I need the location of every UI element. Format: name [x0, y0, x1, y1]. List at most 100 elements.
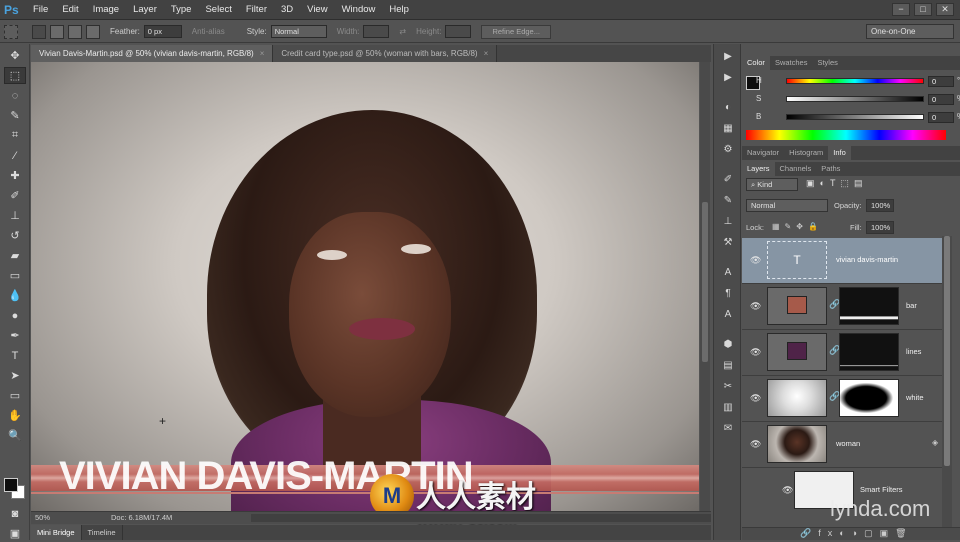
- layer-row[interactable]: 👁 woman ◈: [742, 422, 942, 468]
- workspace-select[interactable]: One-on-One: [866, 24, 954, 39]
- new-selection-icon[interactable]: [32, 24, 46, 39]
- layer-row[interactable]: 👁 🔗 white: [742, 376, 942, 422]
- quick-selection-tool-icon[interactable]: ✎: [4, 107, 26, 124]
- marquee-tool-preset-icon[interactable]: [4, 24, 18, 39]
- hue-slider[interactable]: [786, 78, 924, 84]
- tab-color[interactable]: Color: [742, 56, 770, 70]
- tools-panel-icon[interactable]: ✂: [719, 379, 737, 395]
- paragraph-panel-icon[interactable]: ¶: [719, 286, 737, 302]
- brightness-value-input[interactable]: 0: [928, 112, 954, 123]
- layer-row[interactable]: 👁 T vivian davis-martin: [742, 238, 942, 284]
- clone-stamp-tool-icon[interactable]: ⊥: [4, 207, 26, 224]
- layer-actions-icons[interactable]: 🔗fx◐◑▢▣🗑: [800, 528, 914, 539]
- healing-brush-tool-icon[interactable]: ✚: [4, 167, 26, 184]
- layer-mask-thumbnail[interactable]: [839, 287, 899, 325]
- eraser-tool-icon[interactable]: ▰: [4, 247, 26, 264]
- scroll-thumb[interactable]: [944, 236, 950, 466]
- path-selection-tool-icon[interactable]: ➤: [4, 367, 26, 384]
- zoom-tool-icon[interactable]: 🔍: [4, 427, 26, 444]
- menu-select[interactable]: Select: [198, 0, 238, 20]
- layer-name[interactable]: vivian davis-martin: [836, 255, 898, 264]
- layer-mask-thumbnail[interactable]: [839, 379, 899, 417]
- feather-input[interactable]: 0 px: [143, 25, 182, 38]
- color-swatches[interactable]: [4, 478, 26, 500]
- tab-channels[interactable]: Channels: [775, 162, 817, 176]
- visibility-eye-icon[interactable]: 👁: [750, 393, 761, 404]
- layer-filter-icons[interactable]: ▣◐T⬚▤: [806, 178, 867, 189]
- visibility-eye-icon[interactable]: 👁: [750, 301, 761, 312]
- color-spectrum-bar[interactable]: [746, 130, 946, 140]
- layer-name[interactable]: Smart Filters: [860, 485, 903, 494]
- layer-mask-thumbnail[interactable]: [839, 333, 899, 371]
- menu-window[interactable]: Window: [335, 0, 383, 20]
- close-button[interactable]: ✕: [936, 3, 954, 16]
- gradient-tool-icon[interactable]: ▭: [4, 267, 26, 284]
- crop-tool-icon[interactable]: ⌗: [4, 127, 26, 144]
- width-input[interactable]: [363, 25, 390, 38]
- menu-3d[interactable]: 3D: [274, 0, 300, 20]
- maximize-button[interactable]: □: [914, 3, 932, 16]
- brush-panel-icon[interactable]: ✐: [719, 172, 737, 188]
- tab-layers[interactable]: Layers: [742, 162, 775, 176]
- tab-navigator[interactable]: Navigator: [742, 146, 784, 160]
- tab-vivian-davis-martin[interactable]: Vivian Davis-Martin.psd @ 50% (vivian da…: [31, 45, 274, 62]
- layers-scrollbar[interactable]: [942, 236, 952, 536]
- visibility-eye-icon[interactable]: 👁: [782, 485, 793, 496]
- tab-timeline[interactable]: Timeline: [82, 525, 123, 540]
- close-tab-icon[interactable]: ×: [484, 49, 489, 58]
- opacity-input[interactable]: 100%: [866, 199, 894, 212]
- 3d-panel-icon[interactable]: ⬢: [719, 337, 737, 353]
- tab-paths[interactable]: Paths: [816, 162, 845, 176]
- brightness-slider[interactable]: [786, 114, 924, 120]
- layer-name[interactable]: bar: [906, 301, 917, 310]
- properties-panel-icon[interactable]: ⚙: [719, 142, 737, 158]
- type-tool-icon[interactable]: T: [4, 347, 26, 364]
- menu-filter[interactable]: Filter: [239, 0, 274, 20]
- tab-mini-bridge[interactable]: Mini Bridge: [31, 525, 82, 540]
- tool-presets-panel-icon[interactable]: ⚒: [719, 235, 737, 251]
- pen-tool-icon[interactable]: ✒: [4, 327, 26, 344]
- saturation-slider[interactable]: [786, 96, 924, 102]
- style-select[interactable]: Normal: [270, 25, 327, 38]
- antialias-checkbox[interactable]: Anti-alias: [192, 27, 225, 36]
- zoom-level[interactable]: 50%: [35, 512, 50, 524]
- move-tool-icon[interactable]: ✥: [4, 47, 26, 64]
- visibility-eye-icon[interactable]: 👁: [750, 255, 761, 266]
- layer-name[interactable]: woman: [836, 439, 860, 448]
- history-panel-icon[interactable]: ▶: [719, 49, 737, 65]
- canvas-vertical-scrollbar[interactable]: [700, 62, 710, 511]
- lock-icons[interactable]: ▦✎✥🔒: [772, 222, 823, 231]
- smart-filter-icon[interactable]: ◈: [932, 438, 938, 447]
- foreground-color-swatch[interactable]: [4, 478, 18, 492]
- hue-value-input[interactable]: 0: [928, 76, 954, 87]
- layer-filter-kind-select[interactable]: ⌕ Kind: [746, 178, 798, 191]
- layer-row[interactable]: 👁 🔗 lines: [742, 330, 942, 376]
- lasso-tool-icon[interactable]: ◌: [4, 87, 26, 104]
- dodge-tool-icon[interactable]: ●: [4, 307, 26, 324]
- canvas-horizontal-scrollbar[interactable]: [251, 514, 711, 522]
- brush-presets-panel-icon[interactable]: ✎: [719, 193, 737, 209]
- visibility-eye-icon[interactable]: 👁: [750, 347, 761, 358]
- menu-help[interactable]: Help: [382, 0, 416, 20]
- glyphs-panel-icon[interactable]: A: [719, 307, 737, 323]
- saturation-value-input[interactable]: 0: [928, 94, 954, 105]
- menu-file[interactable]: File: [26, 0, 55, 20]
- styles-panel-icon[interactable]: ▦: [719, 121, 737, 137]
- rectangle-tool-icon[interactable]: ▭: [4, 387, 26, 404]
- height-input[interactable]: [445, 25, 472, 38]
- rectangular-marquee-tool-icon[interactable]: ⬚: [4, 67, 26, 84]
- brush-tool-icon[interactable]: ✐: [4, 187, 26, 204]
- layer-name[interactable]: lines: [906, 347, 921, 356]
- blend-mode-select[interactable]: Normal: [746, 199, 828, 212]
- timeline-panel-icon[interactable]: ▥: [719, 400, 737, 416]
- document-canvas[interactable]: VIVIAN DAVIS-MARTIN +: [31, 62, 699, 511]
- adjustments-panel-icon[interactable]: ◐: [719, 100, 737, 116]
- refine-edge-button[interactable]: Refine Edge...: [481, 24, 551, 39]
- add-to-selection-icon[interactable]: [50, 24, 64, 39]
- subtract-from-selection-icon[interactable]: [68, 24, 82, 39]
- tab-histogram[interactable]: Histogram: [784, 146, 828, 160]
- tab-info[interactable]: Info: [828, 146, 851, 160]
- hand-tool-icon[interactable]: ✋: [4, 407, 26, 424]
- character-panel-icon[interactable]: A: [719, 265, 737, 281]
- tab-swatches[interactable]: Swatches: [770, 56, 813, 70]
